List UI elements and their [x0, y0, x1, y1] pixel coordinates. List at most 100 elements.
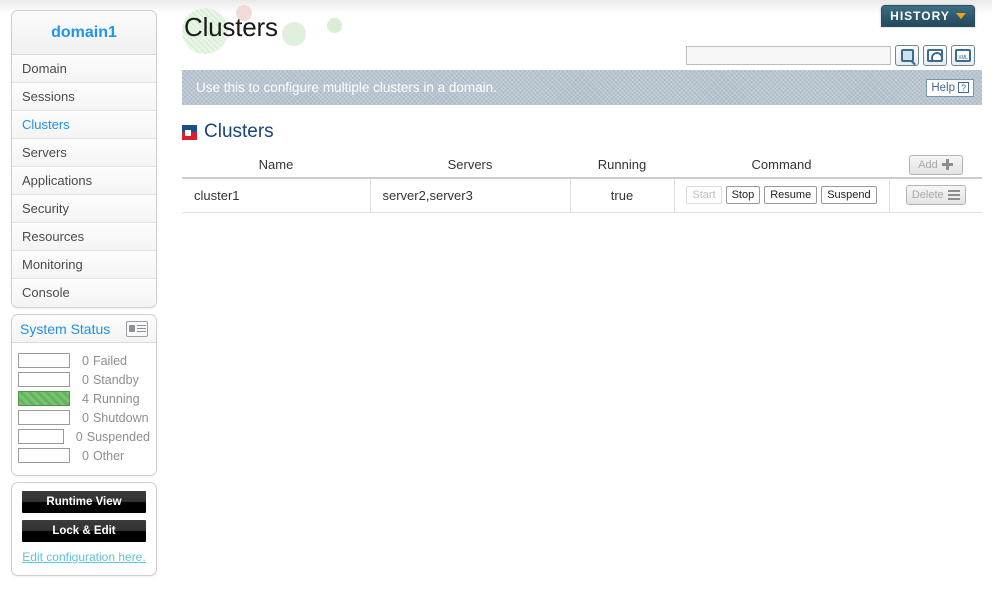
history-button[interactable]: HISTORY: [881, 5, 975, 27]
sidebar-item-label: Sessions: [22, 89, 75, 104]
status-bar-suspended: [18, 429, 64, 444]
history-label: HISTORY: [890, 9, 950, 23]
delete-button[interactable]: Delete: [905, 185, 966, 206]
banner-text: Use this to configure multiple clusters …: [196, 80, 497, 95]
column-header-command: Command: [674, 152, 889, 179]
status-text: Shutdown: [92, 410, 149, 425]
sidebar-item-security[interactable]: Security: [12, 195, 156, 223]
edit-configuration-link[interactable]: Edit configuration here.: [22, 549, 146, 565]
sidebar-item-servers[interactable]: Servers: [12, 139, 156, 167]
cell-command: Start Stop Resume Suspend: [674, 178, 890, 213]
column-header-name: Name: [182, 152, 370, 179]
status-bar-other: [18, 448, 70, 463]
status-bar-shutdown: [18, 410, 70, 425]
app-window: domain1 Domain Sessions Clusters Servers…: [0, 0, 992, 590]
sidebar-item-resources[interactable]: Resources: [12, 223, 156, 251]
system-status-header: System Status: [12, 315, 156, 343]
cell-running: true: [570, 178, 675, 213]
table-body: cluster1 server2,server3 true Start Stop…: [182, 178, 982, 213]
system-status-panel: System Status 0 Failed 0 Standby 4 Runni…: [11, 314, 157, 476]
sidebar-item-monitoring[interactable]: Monitoring: [12, 251, 156, 279]
cell-name: cluster1: [182, 178, 371, 213]
info-banner: Use this to configure multiple clusters …: [182, 70, 982, 105]
status-label-running: 4 Running: [82, 392, 140, 406]
help-button[interactable]: Help ?: [926, 78, 974, 97]
search-icon-button[interactable]: [895, 45, 919, 66]
resume-button[interactable]: Resume: [764, 186, 818, 205]
monitor-icon[interactable]: [126, 320, 148, 337]
sidebar-item-label: Monitoring: [22, 257, 83, 272]
page-title: Clusters: [184, 12, 278, 42]
sidebar-item-sessions[interactable]: Sessions: [12, 83, 156, 111]
status-bar-failed: [18, 353, 70, 368]
status-bar-running: [18, 391, 70, 406]
sidebar-item-clusters[interactable]: Clusters: [12, 111, 156, 139]
status-label-shutdown: 0 Shutdown: [82, 411, 149, 425]
status-text: Failed: [92, 353, 127, 368]
search-toolbar: [686, 45, 975, 66]
lock-and-edit-button[interactable]: Lock & Edit: [22, 520, 146, 542]
chevron-down-icon: [955, 13, 966, 19]
sidebar-item-label: Applications: [22, 173, 93, 188]
table-header: Name Servers Running Command Add: [182, 152, 982, 179]
xml-export-icon-button[interactable]: [951, 45, 975, 66]
section-heading: Clusters: [182, 121, 274, 143]
runtime-view-button[interactable]: Runtime View: [22, 491, 146, 513]
status-text: Suspended: [86, 429, 150, 444]
delete-label: Delete: [911, 189, 944, 202]
start-button[interactable]: Start: [686, 186, 722, 205]
plus-icon: [941, 159, 953, 170]
status-label-suspended: 0 Suspended: [76, 430, 150, 444]
status-count: 4: [82, 391, 89, 406]
clusters-table: Name Servers Running Command Add cluster…: [182, 152, 982, 213]
status-count: 0: [75, 429, 83, 444]
sidebar-item-applications[interactable]: Applications: [12, 167, 156, 195]
add-label: Add: [918, 158, 938, 171]
status-row: 0 Standby: [18, 370, 150, 389]
status-row: 4 Running: [18, 389, 150, 408]
main-content: Clusters HISTORY Use this to configure m…: [172, 0, 992, 590]
delete-icon: [947, 189, 960, 201]
decorative-circle-green-small: [327, 18, 342, 33]
sidebar-item-label: Resources: [22, 229, 85, 244]
sidebar-item-domain[interactable]: Domain: [12, 55, 156, 83]
stop-button[interactable]: Stop: [725, 186, 761, 205]
status-text: Standby: [92, 372, 139, 387]
status-count: 0: [82, 372, 89, 387]
sidebar-item-label: Servers: [22, 145, 67, 160]
add-button[interactable]: Add: [908, 154, 963, 175]
system-status-title: System Status: [20, 320, 111, 337]
refresh-icon: [927, 49, 943, 64]
cell-servers: server2,server3: [370, 178, 571, 213]
status-row: 0 Suspended: [18, 427, 150, 446]
search-input[interactable]: [686, 46, 891, 65]
status-count: 0: [82, 448, 89, 463]
system-status-list: 0 Failed 0 Standby 4 Running 0 Shutdown …: [12, 343, 156, 475]
sidebar-item-label: Security: [22, 201, 69, 216]
suspend-button[interactable]: Suspend: [821, 186, 877, 205]
sidebar-item-label: Domain: [22, 61, 67, 76]
status-row: 0 Failed: [18, 351, 150, 370]
table-header-row: Name Servers Running Command Add: [182, 152, 982, 179]
search-icon: [900, 49, 914, 62]
sidebar-nav-panel: domain1 Domain Sessions Clusters Servers…: [11, 10, 157, 308]
status-label-other: 0 Other: [82, 449, 124, 463]
status-count: 0: [82, 410, 89, 425]
sidebar-item-label: Console: [22, 285, 70, 300]
status-label-failed: 0 Failed: [82, 354, 127, 368]
status-row: 0 Other: [18, 446, 150, 465]
column-header-running: Running: [570, 152, 674, 179]
cell-actions: Delete: [889, 178, 982, 213]
sidebar-item-console[interactable]: Console: [12, 279, 156, 307]
decorative-circle-green: [282, 22, 306, 46]
domain-title: domain1: [12, 11, 156, 55]
help-label: Help: [931, 81, 955, 94]
column-header-actions: Add: [889, 152, 982, 179]
status-text: Other: [92, 448, 125, 463]
status-row: 0 Shutdown: [18, 408, 150, 427]
table-row: cluster1 server2,server3 true Start Stop…: [182, 178, 982, 213]
status-count: 0: [82, 353, 89, 368]
xml-export-icon: [955, 49, 971, 62]
status-label-standby: 0 Standby: [82, 373, 139, 387]
refresh-icon-button[interactable]: [923, 45, 947, 66]
